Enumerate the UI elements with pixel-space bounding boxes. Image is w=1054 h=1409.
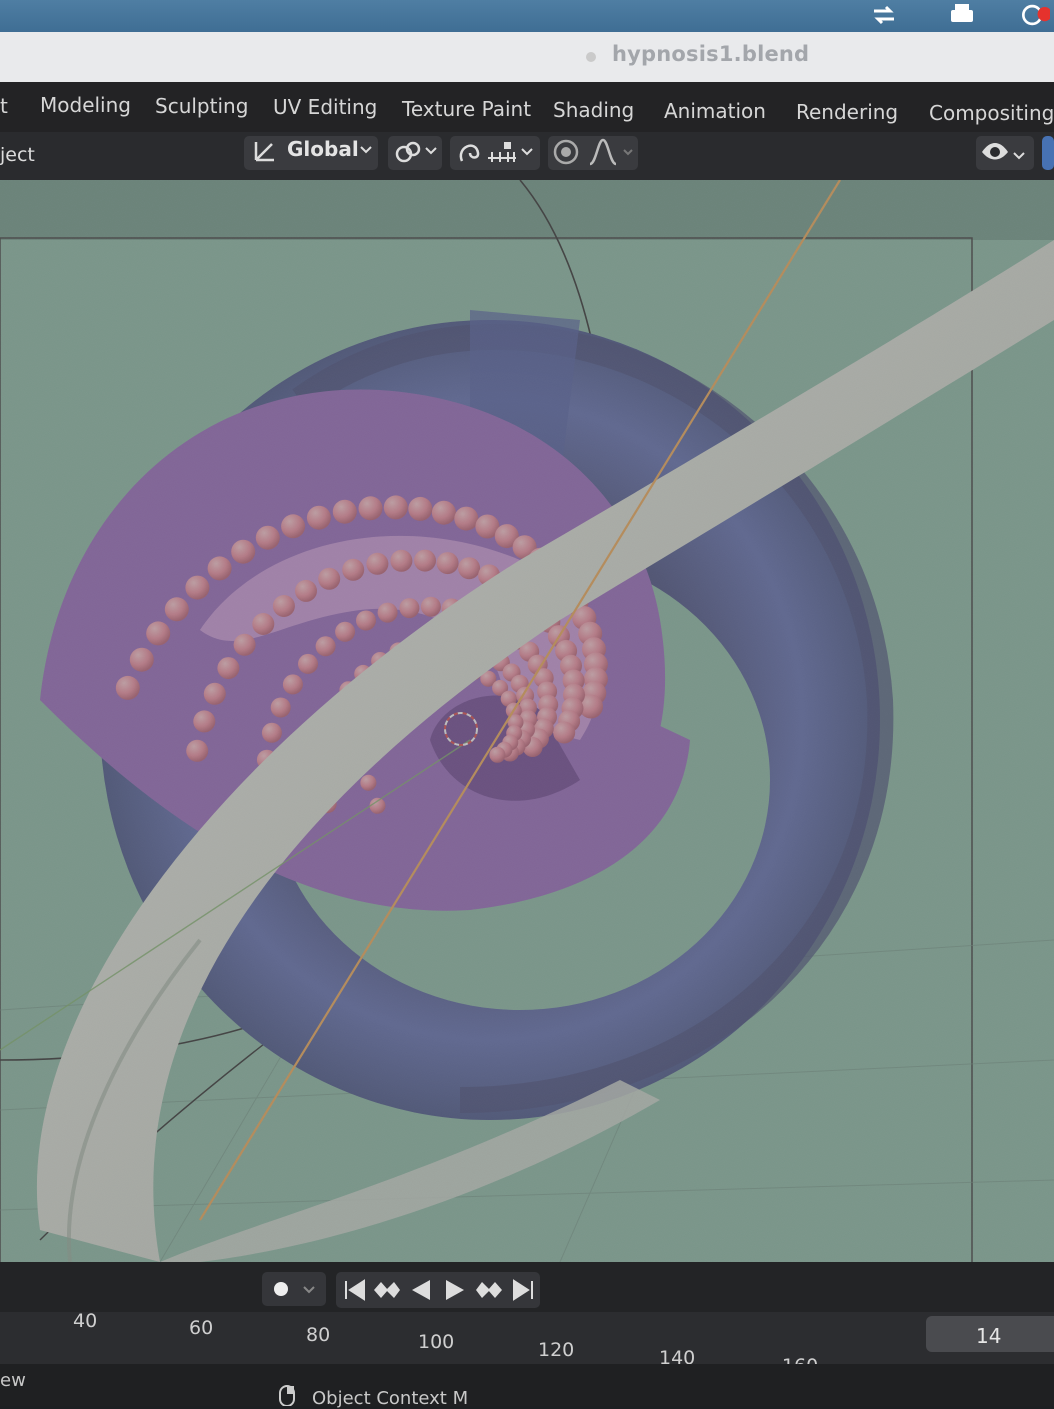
current-frame-value: 14 xyxy=(976,1324,1002,1348)
tab-texture-paint[interactable]: Texture Paint xyxy=(402,97,531,121)
status-left-text: ew xyxy=(0,1370,26,1391)
frame-tick: 100 xyxy=(418,1331,455,1353)
chevron-down-icon xyxy=(425,147,437,155)
printer-icon[interactable] xyxy=(946,2,978,28)
record-dot-icon xyxy=(274,1282,288,1296)
chevron-down-icon xyxy=(623,149,633,156)
timeline-ruler[interactable] xyxy=(0,1312,1054,1364)
orientation-axes-icon xyxy=(254,142,274,162)
play-icon[interactable] xyxy=(442,1278,468,1302)
tab-compositing[interactable]: Compositing xyxy=(929,101,1054,125)
falloff-curve-icon[interactable] xyxy=(588,138,618,166)
pivot-link-icon xyxy=(395,141,421,163)
mouse-right-click-icon xyxy=(279,1385,295,1406)
frame-tick: 120 xyxy=(538,1339,575,1361)
notification-icon[interactable] xyxy=(1018,2,1050,28)
sync-icon[interactable] xyxy=(868,2,900,28)
render-preview xyxy=(0,180,1054,1262)
unsaved-dot-icon xyxy=(586,52,596,62)
orientation-label: Global xyxy=(287,137,359,161)
chevron-down-icon xyxy=(521,148,533,156)
eye-visibility-icon xyxy=(982,143,1008,160)
prev-keyframe-icon[interactable] xyxy=(372,1278,402,1302)
gizmo-toggle[interactable] xyxy=(1042,136,1054,170)
frame-tick: 80 xyxy=(306,1324,331,1346)
tab-rendering[interactable]: Rendering xyxy=(796,100,898,124)
timeline-header xyxy=(0,1262,1054,1312)
tab-shading[interactable]: Shading xyxy=(553,98,634,122)
frame-tick: 60 xyxy=(189,1317,214,1339)
frame-tick: 40 xyxy=(73,1310,98,1332)
tab-animation[interactable]: Animation xyxy=(664,99,766,123)
3d-viewport[interactable] xyxy=(0,180,1054,1262)
proportional-edit-icon[interactable] xyxy=(552,138,580,166)
tab-layout[interactable]: t xyxy=(0,94,8,118)
object-mode-menu[interactable]: ject xyxy=(0,144,35,166)
tab-sculpting[interactable]: Sculpting xyxy=(155,94,248,118)
jump-end-icon[interactable] xyxy=(510,1278,536,1302)
status-bar xyxy=(0,1364,1054,1406)
window-title: hypnosis1.blend xyxy=(612,42,810,66)
chevron-down-icon xyxy=(360,146,372,154)
window-title-bar xyxy=(0,32,1054,82)
workspace-tabs: t Modeling Sculpting UV Editing Texture … xyxy=(0,82,1054,132)
play-reverse-icon[interactable] xyxy=(408,1278,434,1302)
chevron-down-icon xyxy=(1013,152,1025,160)
jump-start-icon[interactable] xyxy=(342,1278,368,1302)
next-keyframe-icon[interactable] xyxy=(474,1278,504,1302)
chevron-down-icon xyxy=(303,1286,315,1294)
snap-increment-icon[interactable] xyxy=(486,140,518,166)
snap-magnet-icon[interactable] xyxy=(454,137,484,167)
os-top-bar xyxy=(0,0,1054,32)
tab-modeling[interactable]: Modeling xyxy=(40,93,131,117)
tab-uv-editing[interactable]: UV Editing xyxy=(273,95,377,119)
